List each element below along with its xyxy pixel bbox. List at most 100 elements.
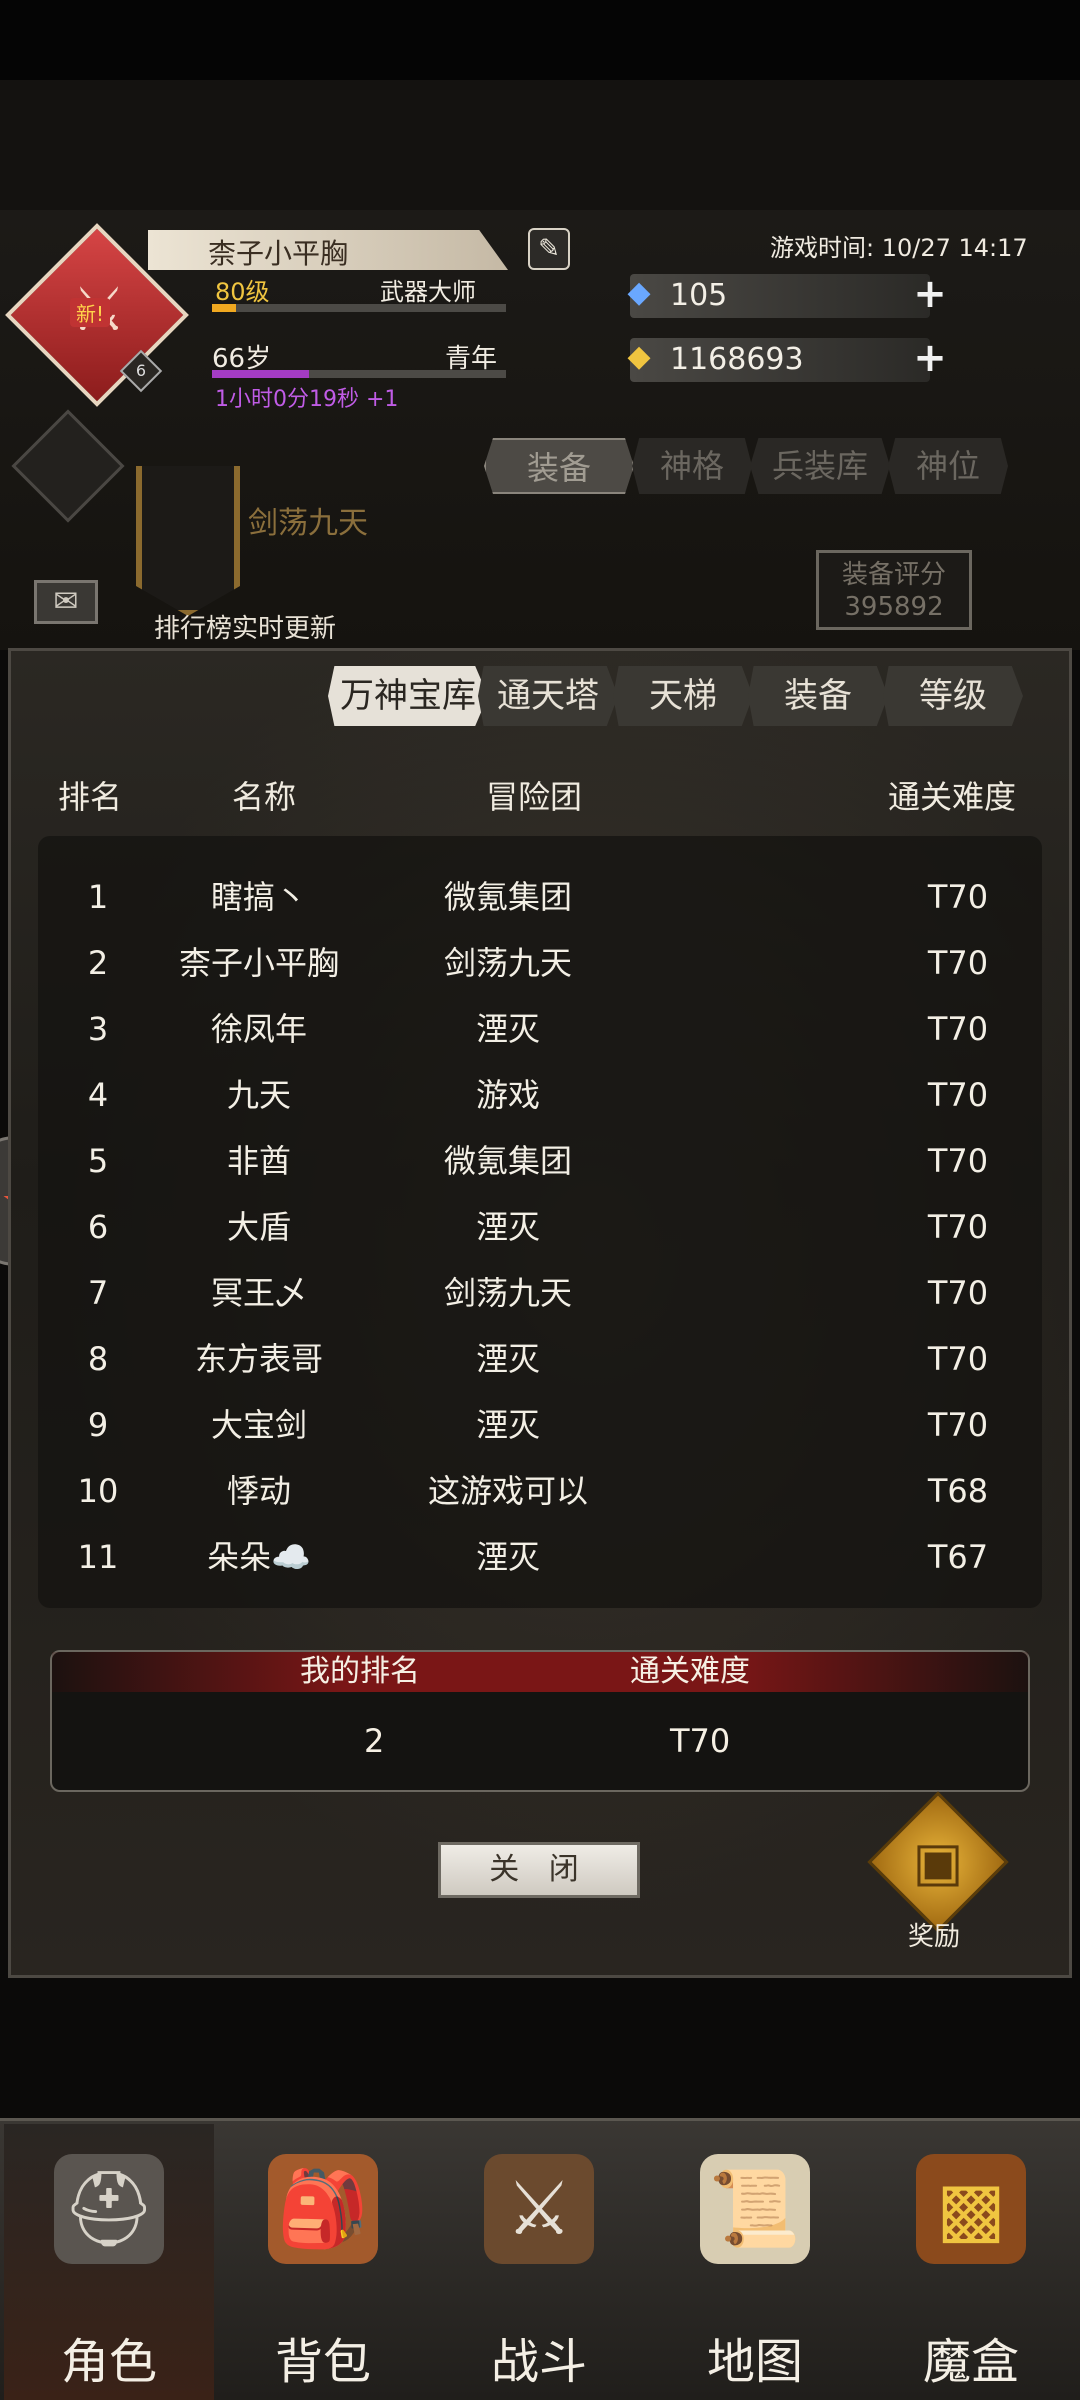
tab-level-rank[interactable]: 等级 <box>883 666 1023 726</box>
guild-banner <box>136 466 240 616</box>
exp-bar-fill <box>212 304 236 312</box>
cell-name: 朵朵☁️ <box>207 1538 311 1576</box>
cell-guild: 微氪集团 <box>443 878 572 916</box>
nav-label: 地图 <box>706 2334 803 2390</box>
rank-update-note: 排行榜实时更新 <box>154 614 337 644</box>
table-row[interactable]: 7 冥王乄 剑荡九天 T70 <box>38 1260 1042 1326</box>
status-bar <box>0 0 1080 80</box>
tab-ladder[interactable]: 天梯 <box>613 666 753 726</box>
cell-level: T70 <box>927 1406 989 1444</box>
cell-guild: 湮灭 <box>475 1406 540 1444</box>
nav-label: 战斗 <box>490 2334 587 2390</box>
guild-name: 剑荡九天 <box>248 506 368 541</box>
cell-name: 柰子小平胸 <box>178 944 339 982</box>
cell-level: T70 <box>927 1010 989 1048</box>
cell-level: T70 <box>927 1076 989 1114</box>
table-row[interactable]: 8 东方表哥 湮灭 T70 <box>38 1326 1042 1392</box>
table-row[interactable]: 3 徐凤年 湮灭 T70 <box>38 996 1042 1062</box>
cell-name: 东方表哥 <box>194 1340 323 1378</box>
cell-guild: 游戏 <box>475 1076 540 1114</box>
nav-item-character[interactable]: ⛑ 角色 <box>4 2124 214 2400</box>
cell-level: T70 <box>927 878 989 916</box>
cell-guild: 这游戏可以 <box>427 1472 588 1510</box>
table-row[interactable]: 9 大宝剑 湮灭 T70 <box>38 1392 1042 1458</box>
exp-bar <box>212 304 506 312</box>
chest-lock-icon: ▣ <box>912 1830 964 1893</box>
cell-level: T68 <box>927 1472 989 1510</box>
cell-name: 大宝剑 <box>210 1406 307 1444</box>
score-label: 装备评分 <box>841 560 946 590</box>
add-gems-icon[interactable]: + <box>910 274 950 314</box>
equipment-score: 装备评分 395892 <box>816 550 972 630</box>
table-row[interactable]: 6 大盾 湮灭 T70 <box>38 1194 1042 1260</box>
leaderboard-list: 1 瞎搞丶 微氪集团 T70 2 柰子小平胸 剑荡九天 T70 3 徐凤年 湮灭 T70 4 九天 游戏 T7… <box>38 836 1042 1608</box>
cell-name: 冥王乄 <box>210 1274 307 1312</box>
age-bar-fill <box>212 370 310 378</box>
table-row[interactable]: 11 朵朵☁️ 湮灭 T67 <box>38 1524 1042 1590</box>
tab-tower[interactable]: 通天塔 <box>478 666 618 726</box>
cell-name: 大盾 <box>226 1208 291 1246</box>
cell-guild: 微氪集团 <box>443 1142 572 1180</box>
table-row[interactable]: 2 柰子小平胸 剑荡九天 T70 <box>38 930 1042 996</box>
edit-icon[interactable]: ✎ <box>528 228 570 270</box>
tab-armory[interactable]: 兵装库 <box>750 438 890 494</box>
reward-label: 奖励 <box>908 1922 961 1952</box>
my-level-label: 通关难度 <box>630 1654 750 1689</box>
nav-label: 角色 <box>60 2334 157 2390</box>
player-class: 武器大师 <box>380 278 476 306</box>
cell-guild: 湮灭 <box>475 1208 540 1246</box>
column-difficulty: 通关难度 <box>888 778 1017 816</box>
cell-name: 九天 <box>226 1076 291 1114</box>
cell-name: 悸动 <box>226 1472 291 1510</box>
backpack-icon: 🎒 <box>268 2154 378 2264</box>
cell-name: 瞎搞丶 <box>210 878 307 916</box>
age-timer: 1小时0分19秒 +1 <box>215 387 399 412</box>
column-guild: 冒险团 <box>486 778 583 816</box>
column-rank: 排名 <box>58 778 123 816</box>
tab-divinity[interactable]: 神格 <box>632 438 752 494</box>
cell-name: 徐凤年 <box>210 1010 307 1048</box>
my-level-value: T70 <box>670 1722 731 1760</box>
cell-guild: 湮灭 <box>475 1340 540 1378</box>
cell-level: T70 <box>927 1274 989 1312</box>
add-gold-icon[interactable]: + <box>910 338 950 378</box>
close-button[interactable]: 关 闭 <box>438 1842 640 1898</box>
nav-item-battle[interactable]: ⚔ 战斗 <box>434 2124 644 2400</box>
mail-icon[interactable]: ✉ <box>34 580 98 624</box>
helmet-icon: ⛑ <box>54 2154 164 2264</box>
table-row[interactable]: 10 悸动 这游戏可以 T68 <box>38 1458 1042 1524</box>
tab-god-seat[interactable]: 神位 <box>888 438 1008 494</box>
cell-guild: 剑荡九天 <box>443 944 572 982</box>
table-row[interactable]: 5 非酋 微氪集团 T70 <box>38 1128 1042 1194</box>
nav-item-map[interactable]: 📜 地图 <box>650 2124 860 2400</box>
table-row[interactable]: 4 九天 游戏 T70 <box>38 1062 1042 1128</box>
score-value: 395892 <box>844 592 944 622</box>
player-level: 80级 <box>215 278 270 306</box>
scroll-map-icon: 📜 <box>700 2154 810 2264</box>
cell-name: 非酋 <box>226 1142 291 1180</box>
cell-level: T70 <box>927 1340 989 1378</box>
gem-count: 105 <box>670 278 728 313</box>
game-time: 游戏时间: 10/27 14:17 <box>770 234 1028 262</box>
my-rank-label: 我的排名 <box>300 1654 420 1689</box>
nav-label: 背包 <box>274 2334 371 2390</box>
nav-label: 魔盒 <box>922 2334 1019 2390</box>
cell-guild: 湮灭 <box>475 1538 540 1576</box>
tab-pantheon-vault[interactable]: 万神宝库 <box>328 666 488 726</box>
new-badge: 新! <box>70 298 111 327</box>
top-spacer <box>0 80 1080 210</box>
table-row[interactable]: 1 瞎搞丶 微氪集团 T70 <box>38 864 1042 930</box>
cell-level: T70 <box>927 1142 989 1180</box>
tab-equipment-rank[interactable]: 装备 <box>748 666 888 726</box>
nav-item-backpack[interactable]: 🎒 背包 <box>218 2124 428 2400</box>
cell-guild: 剑荡九天 <box>443 1274 572 1312</box>
diamond-icon: ◆ <box>627 275 651 310</box>
magic-box-icon: ▩ <box>916 2154 1026 2264</box>
cell-guild: 湮灭 <box>475 1010 540 1048</box>
my-rank-header <box>52 1652 1028 1692</box>
cell-level: T70 <box>927 1208 989 1246</box>
avatar-level: 6 <box>135 361 147 380</box>
tab-equipment[interactable]: 装备 <box>484 438 634 494</box>
cell-level: T70 <box>927 944 989 982</box>
nav-item-magic-box[interactable]: ▩ 魔盒 <box>866 2124 1076 2400</box>
